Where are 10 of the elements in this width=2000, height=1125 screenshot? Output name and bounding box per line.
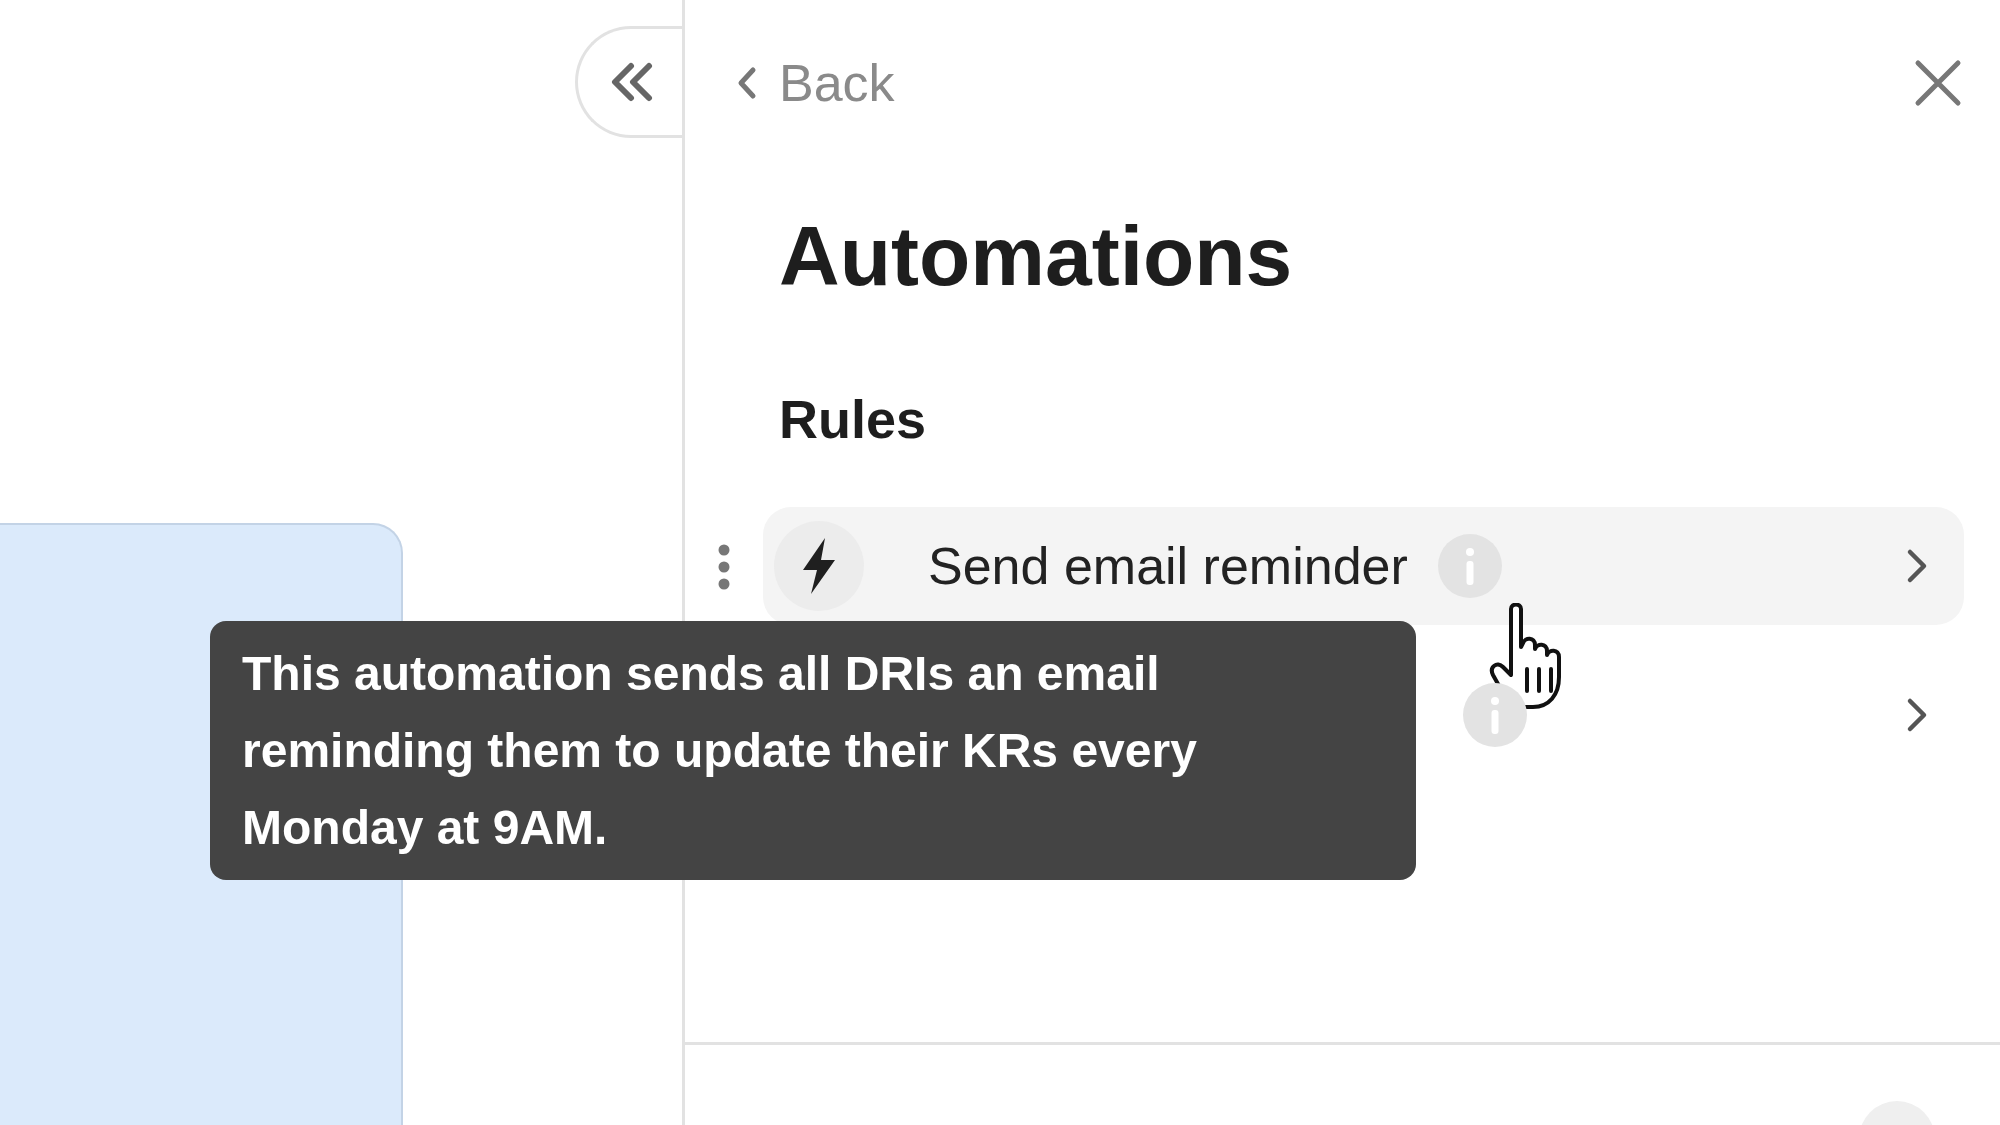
tooltip-text: This automation sends all DRIs an email reminding them to update their KRs every Monday at 9AM. xyxy=(242,646,1198,856)
chevron-left-icon xyxy=(737,66,757,100)
chevron-right-icon xyxy=(1906,548,1928,584)
collapse-button[interactable] xyxy=(575,26,685,138)
close-button[interactable] xyxy=(1914,59,1962,107)
section-heading: Rules xyxy=(779,388,928,451)
close-icon xyxy=(1914,59,1962,107)
panel-title: Automations xyxy=(779,208,1294,298)
drag-handle-icon[interactable] xyxy=(717,544,731,590)
rule-title: Send email reminder xyxy=(928,536,1408,596)
